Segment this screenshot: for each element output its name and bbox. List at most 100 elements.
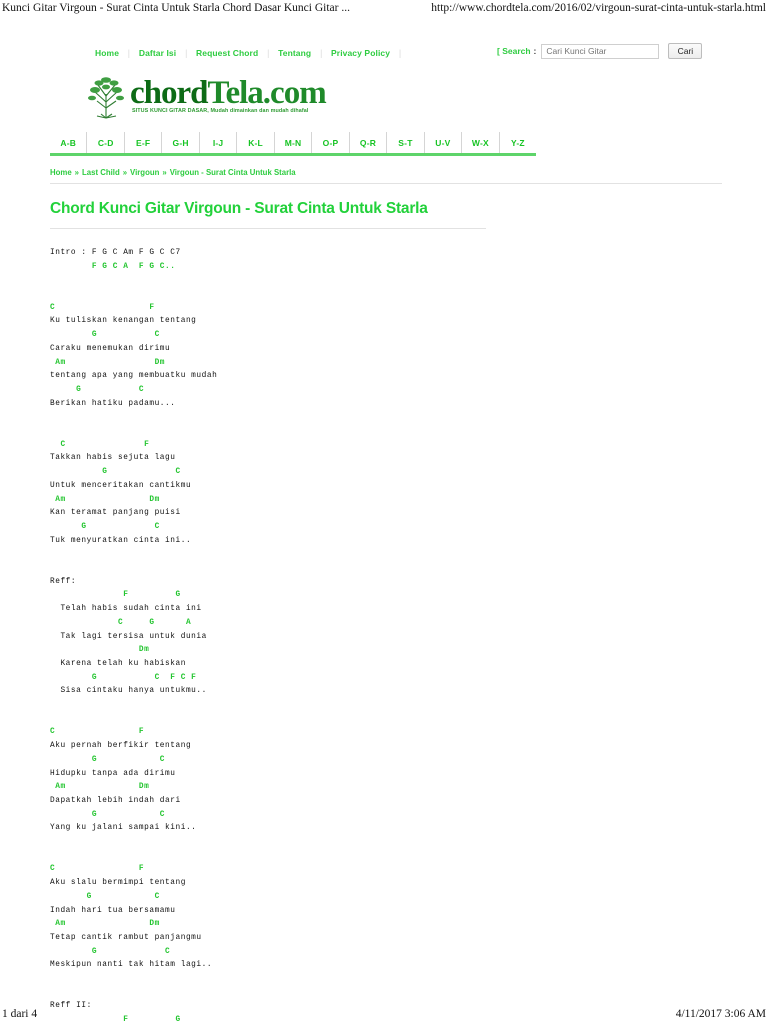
chord-sheet-blank-line xyxy=(50,973,734,987)
site-container: Home | Daftar Isi | Request Chord | Tentang | Pr… xyxy=(34,40,734,1024)
alphanav-item-u-v[interactable]: U-V xyxy=(425,132,463,153)
chord-line: C F xyxy=(50,303,155,312)
alphanav-item-c-d[interactable]: C-D xyxy=(87,132,125,153)
chord-sheet-blank-line xyxy=(50,562,734,576)
lyric-line: Caraku menemukan dirimu xyxy=(50,344,171,353)
breadcrumb-item-0[interactable]: Home xyxy=(50,168,72,177)
page-title: Chord Kunci Gitar Virgoun - Surat Cinta … xyxy=(50,200,486,229)
chord-sheet: Intro : F G C Am F G C C7 F G C A F G C.… xyxy=(50,247,734,1024)
site-logo-row: chordTela.com SITUS KUNCI GITAR DASAR, M… xyxy=(42,66,734,128)
chord-line: G C xyxy=(50,755,166,764)
chord-sheet-blank-line xyxy=(50,836,734,850)
print-footer: 1 dari 4 4/11/2017 3:06 AM xyxy=(0,1002,768,1022)
alphabet-navigation: A-B C-D E-F G-H I-J K-L M-N O-P Q-R S-T U-V W-X Y-Z xyxy=(50,132,536,156)
alphanav-item-a-b[interactable]: A-B xyxy=(50,132,88,153)
web-page-content: Home | Daftar Isi | Request Chord | Tentang | Pr… xyxy=(0,40,768,1024)
top-menu-item-tentang[interactable]: Tentang xyxy=(269,48,320,58)
lyric-line: Hidupku tanpa ada dirimu xyxy=(50,769,176,778)
lyric-line: Karena telah ku habiskan xyxy=(50,660,186,668)
chord-sheet-blank-line xyxy=(50,411,734,425)
chord-line: Am Dm xyxy=(50,783,150,792)
chord-line: G C xyxy=(50,523,160,531)
lyric-line: Yang ku jalani sampai kini.. xyxy=(50,824,197,833)
lyric-line: Tak lagi tersisa untuk dunia xyxy=(50,632,207,641)
alphanav-item-g-h[interactable]: G-H xyxy=(162,132,200,153)
lyric-line: Untuk menceritakan cantikmu xyxy=(50,481,192,490)
breadcrumb: Home» Last Child» Virgoun» Virgoun - Surat … xyxy=(50,168,722,184)
top-navigation-bar: Home | Daftar Isi | Request Chord | Tentang | Pr… xyxy=(42,40,734,66)
chord-line: Am Dm xyxy=(50,920,160,929)
logo-tagline: SITUS KUNCI GITAR DASAR, Mudah dimainkan… xyxy=(132,108,309,114)
logo-wordmark: chordTela.com xyxy=(130,70,327,111)
chord-sheet-blank-line xyxy=(50,288,734,302)
alphanav-item-o-p[interactable]: O-P xyxy=(312,132,350,153)
lyric-line: Berikan hatiku padamu... xyxy=(50,399,176,408)
breadcrumb-separator: » xyxy=(162,168,167,177)
chord-section-label: Reff: xyxy=(50,577,77,586)
breadcrumb-item-1[interactable]: Last Child xyxy=(82,168,120,177)
alphanav-item-k-l[interactable]: K-L xyxy=(237,132,275,153)
chord-line: Am Dm xyxy=(50,495,160,504)
print-header-url: http://www.chordtela.com/2016/02/virgoun… xyxy=(431,2,766,14)
lyric-line: Indah hari tua bersamamu xyxy=(50,906,176,915)
chord-sheet-blank-line xyxy=(50,274,734,288)
chord-sheet-blank-line xyxy=(50,850,734,864)
lyric-line: Aku pernah berfikir tentang xyxy=(50,742,192,751)
chord-line: Dm xyxy=(50,646,150,655)
chord-line: F G xyxy=(50,591,181,600)
alphanav-item-m-n[interactable]: M-N xyxy=(275,132,313,153)
breadcrumb-item-2[interactable]: Virgoun xyxy=(130,168,159,177)
chord-line: G C xyxy=(50,331,160,340)
alphanav-item-y-z[interactable]: Y-Z xyxy=(500,132,536,153)
chord-sheet-blank-line xyxy=(50,548,734,562)
lyric-line: Ku tuliskan kenangan tentang xyxy=(50,317,197,326)
search-label: [ Search xyxy=(497,46,531,56)
chord-section-label: Intro : F G C Am F G C C7 xyxy=(50,249,181,257)
chord-line: C F xyxy=(50,728,145,737)
breadcrumb-separator: » xyxy=(74,168,80,177)
chord-line: C F xyxy=(50,440,150,449)
chord-line: G C xyxy=(50,892,160,901)
lyric-line: Takkan habis sejuta lagu xyxy=(50,454,176,463)
top-menu-separator: | xyxy=(399,47,401,58)
lyric-line: Tuk menyuratkan cinta ini.. xyxy=(50,536,192,545)
breadcrumb-separator: » xyxy=(122,168,128,177)
chord-line: G C xyxy=(50,810,166,819)
chord-line: G C F C F xyxy=(50,673,197,682)
breadcrumb-item-3: Virgoun - Surat Cinta Untuk Starla xyxy=(169,168,296,177)
chord-line: C F xyxy=(50,865,145,874)
top-menu-item-request-chord[interactable]: Request Chord xyxy=(187,48,267,58)
print-header: Kunci Gitar Virgoun - Surat Cinta Untuk … xyxy=(0,0,768,26)
logo-text-chord: chord xyxy=(130,75,208,111)
search-input[interactable] xyxy=(541,43,660,59)
search-submit-button[interactable]: Cari xyxy=(668,43,703,59)
lyric-line: Dapatkah lebih indah dari xyxy=(50,797,181,805)
top-menu-item-daftar-isi[interactable]: Daftar Isi xyxy=(130,48,185,58)
lyric-line: Tetap cantik rambut panjangmu xyxy=(50,934,202,942)
lyric-line: Aku slalu bermimpi tentang xyxy=(50,879,186,888)
top-menu-item-home[interactable]: Home xyxy=(86,48,128,58)
top-menu-item-privacy-policy[interactable]: Privacy Policy xyxy=(322,48,399,58)
chord-line: Am Dm xyxy=(50,358,166,367)
print-header-page-title: Kunci Gitar Virgoun - Surat Cinta Untuk … xyxy=(2,2,350,14)
site-logo[interactable]: chordTela.com SITUS KUNCI GITAR DASAR, M… xyxy=(86,70,327,124)
print-footer-timestamp: 4/11/2017 3:06 AM xyxy=(675,1008,766,1020)
alphanav-item-e-f[interactable]: E-F xyxy=(125,132,163,153)
tree-icon xyxy=(88,77,124,119)
chord-line: F G C A F G C.. xyxy=(50,262,176,271)
lyric-line: tentang apa yang membuatku mudah xyxy=(50,372,218,381)
chord-sheet-blank-line xyxy=(50,987,734,1001)
lyric-line: Kan teramat panjang puisi xyxy=(50,509,181,518)
print-footer-page-number: 1 dari 4 xyxy=(2,1008,38,1020)
chord-line: G C xyxy=(50,468,181,477)
chord-line: G C xyxy=(50,947,171,956)
lyric-line: Meskipun nanti tak hitam lagi.. xyxy=(50,961,213,970)
alphanav-item-s-t[interactable]: S-T xyxy=(387,132,425,153)
top-menu: Home | Daftar Isi | Request Chord | Tentang | Pr… xyxy=(86,48,401,58)
lyric-line: Telah habis sudah cinta ini xyxy=(50,605,202,614)
alphanav-item-w-x[interactable]: W-X xyxy=(462,132,500,153)
alphanav-item-i-j[interactable]: I-J xyxy=(200,132,238,153)
chord-line: C G A xyxy=(50,618,192,627)
lyric-line: Sisa cintaku hanya untukmu.. xyxy=(50,687,207,696)
alphanav-item-q-r[interactable]: Q-R xyxy=(350,132,388,153)
